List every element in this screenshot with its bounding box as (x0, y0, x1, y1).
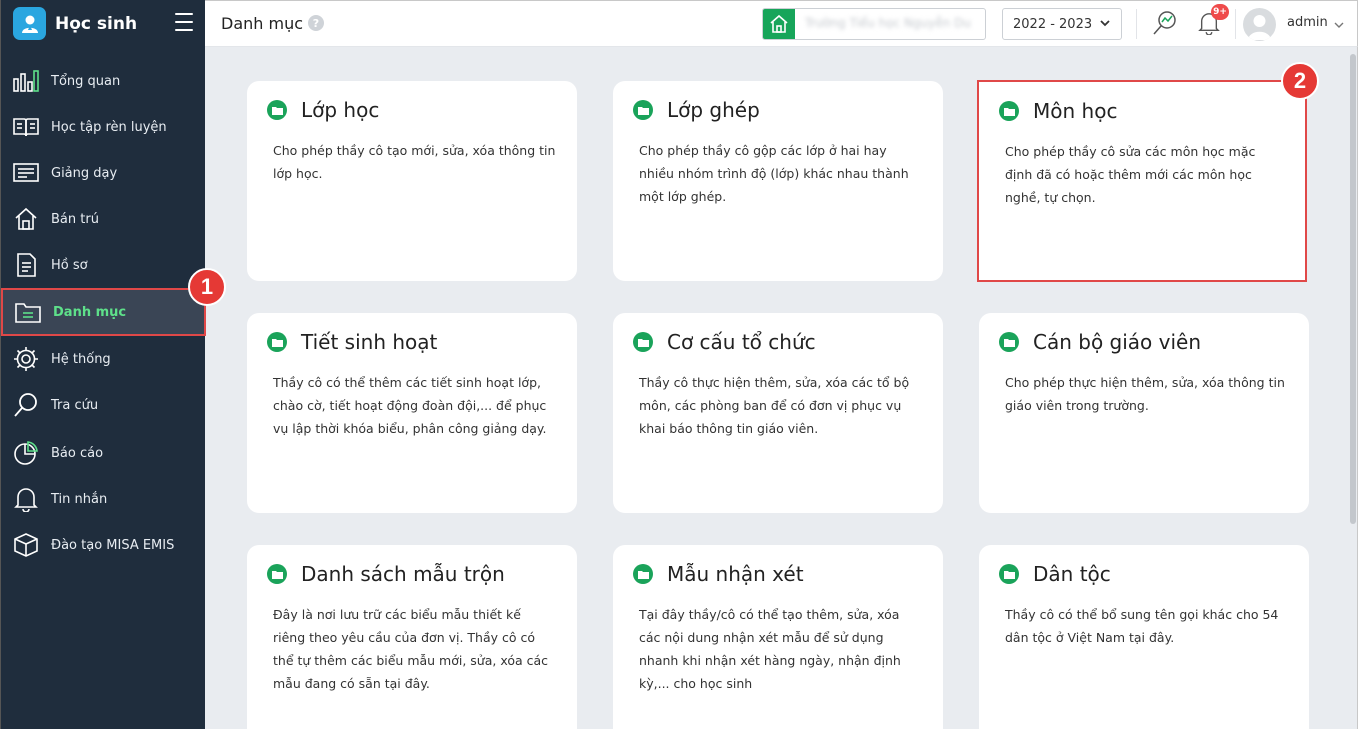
board-icon (12, 160, 39, 187)
notification-count-badge: 9+ (1211, 4, 1229, 20)
help-icon[interactable]: ? (308, 15, 324, 31)
card-description: Thầy cô có thể thêm các tiết sinh hoạt l… (273, 375, 547, 436)
house-icon (12, 206, 39, 233)
sidebar-item-bao-cao[interactable]: Báo cáo (1, 430, 206, 476)
folder-icon (267, 332, 287, 352)
pie-chart-icon (12, 440, 39, 467)
statistics-search-icon[interactable] (1151, 9, 1179, 37)
card-description: Đây là nơi lưu trữ các biểu mẫu thiết kế… (273, 607, 549, 691)
card-description: Cho phép thầy cô tạo mới, sửa, xóa thông… (273, 143, 556, 181)
search-icon (12, 392, 39, 419)
sidebar-item-tin-nhan[interactable]: Tin nhắn (1, 476, 206, 522)
sidebar-item-label: Bán trú (51, 211, 99, 227)
school-year-select[interactable]: 2022 - 2023 (1002, 8, 1122, 40)
home-icon (763, 9, 795, 39)
card-description: Cho phép thực hiện thêm, sửa, xóa thông … (1005, 375, 1285, 413)
box-icon (12, 532, 39, 559)
sidebar-item-tong-quan[interactable]: Tổng quan (1, 58, 206, 104)
sidebar-item-tra-cuu[interactable]: Tra cứu (1, 382, 206, 428)
folder-icon (999, 101, 1019, 121)
card-lop-ghep[interactable]: Lớp ghép Cho phép thầy cô gộp các lớp ở … (613, 81, 943, 281)
annotation-badge-2: 2 (1281, 62, 1319, 100)
sidebar-item-ban-tru[interactable]: Bán trú (1, 196, 206, 242)
card-description: Cho phép thầy cô gộp các lớp ở hai hay n… (639, 143, 909, 204)
folder-icon (633, 100, 653, 120)
school-select[interactable]: Trường Tiểu học Nguyễn Du (762, 8, 986, 40)
header-divider (1235, 9, 1236, 39)
card-can-bo-giao-vien[interactable]: Cán bộ giáo viên Cho phép thực hiện thêm… (979, 313, 1309, 513)
sidebar-item-dao-tao[interactable]: Đào tạo MISA EMIS (1, 522, 206, 568)
chevron-down-icon (1099, 17, 1111, 33)
document-icon (12, 252, 39, 279)
sidebar-item-label: Học tập rèn luyện (51, 119, 167, 135)
sidebar-item-label: Tổng quan (51, 73, 121, 89)
sidebar-item-label: Tin nhắn (51, 491, 108, 507)
main-content: Lớp học Cho phép thầy cô tạo mới, sửa, x… (205, 47, 1358, 729)
sidebar-item-he-thong[interactable]: Hệ thống (1, 336, 206, 382)
folder-icon (633, 332, 653, 352)
sidebar-item-label: Hồ sơ (51, 257, 88, 273)
page-title: Danh mục (221, 14, 304, 33)
card-title: Tiết sinh hoạt (301, 330, 438, 354)
card-title: Danh sách mẫu trộn (301, 562, 505, 586)
folder-icon (267, 100, 287, 120)
card-title: Mẫu nhận xét (667, 562, 804, 586)
card-description: Thầy cô có thể bổ sung tên gọi khác cho … (1005, 607, 1279, 645)
card-title: Lớp ghép (667, 98, 760, 122)
bell-icon (12, 486, 39, 513)
gear-icon (12, 346, 39, 373)
sidebar-item-hoc-tap-ren-luyen[interactable]: Học tập rèn luyện (1, 104, 206, 150)
card-lop-hoc[interactable]: Lớp học Cho phép thầy cô tạo mới, sửa, x… (247, 81, 577, 281)
sidebar-item-danh-muc[interactable]: Danh mục (1, 288, 206, 336)
folder-icon (14, 299, 41, 326)
sidebar-item-label: Tra cứu (51, 397, 99, 413)
card-description: Thầy cô thực hiện thêm, sửa, xóa các tổ … (639, 375, 910, 436)
school-year-value: 2022 - 2023 (1013, 16, 1093, 32)
card-mau-nhan-xet[interactable]: Mẫu nhận xét Tại đây thầy/cô có thể tạo … (613, 545, 943, 729)
card-dan-toc[interactable]: Dân tộc Thầy cô có thể bổ sung tên gọi k… (979, 545, 1309, 729)
card-title: Lớp học (301, 98, 380, 122)
card-description: Tại đây thầy/cô có thể tạo thêm, sửa, xó… (639, 607, 901, 691)
scrollbar[interactable] (1350, 54, 1356, 524)
sidebar-item-label: Báo cáo (51, 445, 104, 461)
card-title: Cán bộ giáo viên (1033, 330, 1202, 354)
app-title: Học sinh (55, 13, 138, 34)
avatar[interactable] (1243, 8, 1276, 41)
card-tiet-sinh-hoat[interactable]: Tiết sinh hoạt Thầy cô có thể thêm các t… (247, 313, 577, 513)
menu-toggle-icon[interactable] (175, 13, 193, 31)
user-name[interactable]: admin (1287, 15, 1328, 30)
sidebar-item-label: Đào tạo MISA EMIS (51, 537, 175, 553)
header-divider (1136, 9, 1137, 39)
school-name: Trường Tiểu học Nguyễn Du (805, 16, 971, 30)
card-title: Môn học (1033, 99, 1118, 123)
bar-chart-icon (12, 68, 39, 95)
card-danh-sach-mau-tron[interactable]: Danh sách mẫu trộn Đây là nơi lưu trữ cá… (247, 545, 577, 729)
card-co-cau-to-chuc[interactable]: Cơ cấu tổ chức Thầy cô thực hiện thêm, s… (613, 313, 943, 513)
sidebar-item-label: Hệ thống (51, 351, 111, 367)
folder-icon (633, 564, 653, 584)
sidebar-item-label: Danh mục (53, 304, 127, 320)
card-description: Cho phép thầy cô sửa các môn học mặc địn… (1005, 144, 1256, 205)
folder-icon (999, 332, 1019, 352)
chevron-down-icon[interactable] (1333, 16, 1345, 35)
card-mon-hoc[interactable]: Môn học Cho phép thầy cô sửa các môn học… (977, 80, 1307, 282)
sidebar-item-ho-so[interactable]: Hồ sơ (1, 242, 206, 288)
header: Danh mục ? Trường Tiểu học Nguyễn Du 202… (205, 0, 1358, 47)
book-icon (12, 114, 39, 141)
folder-icon (999, 564, 1019, 584)
card-title: Dân tộc (1033, 562, 1111, 586)
sidebar: Học sinh Tổng quan Học tập rèn luyện Giả… (0, 0, 226, 729)
student-logo-icon (13, 7, 46, 40)
card-title: Cơ cấu tổ chức (667, 330, 816, 354)
sidebar-item-giang-day[interactable]: Giảng dạy (1, 150, 206, 196)
sidebar-item-label: Giảng dạy (51, 165, 118, 181)
folder-icon (267, 564, 287, 584)
